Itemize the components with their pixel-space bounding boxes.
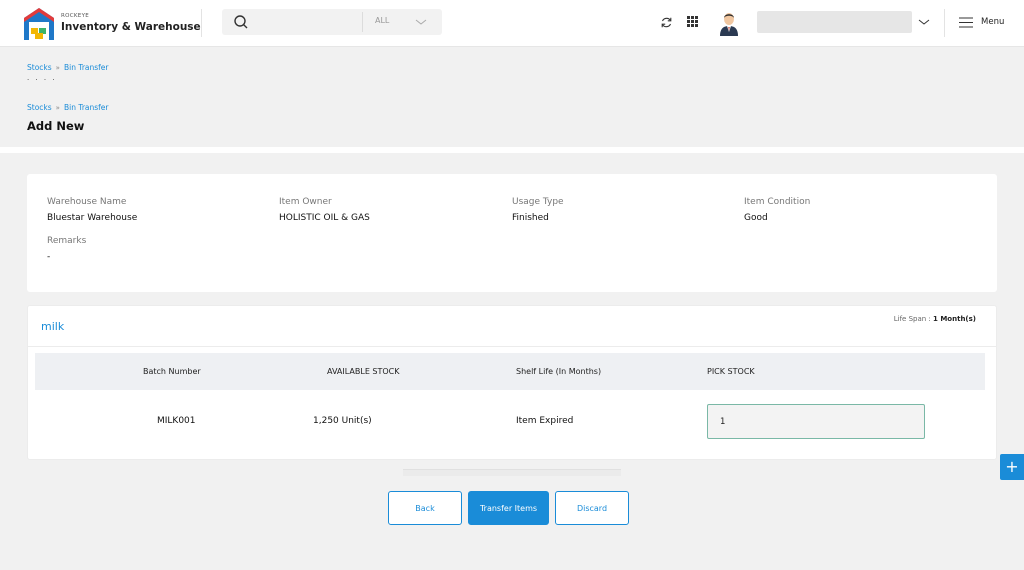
breadcrumb-link-bin-transfer[interactable]: Bin Transfer xyxy=(64,103,109,112)
remarks-value: - xyxy=(47,252,51,262)
available-stock-cell: 1,250 Unit(s) xyxy=(313,416,372,426)
transfer-details-card: Warehouse Name Bluestar Warehouse Item O… xyxy=(27,174,997,292)
top-navigation-bar: ROCKEYE Inventory & Warehouse ALL Menu xyxy=(0,0,1024,47)
item-condition-label: Item Condition xyxy=(744,197,811,207)
page-title-ghost: · · · · xyxy=(27,76,57,84)
column-header-batch-number: Batch Number xyxy=(143,367,201,376)
app-logo-icon[interactable] xyxy=(22,6,56,42)
transfer-items-button[interactable]: Transfer Items xyxy=(468,491,549,525)
item-owner-label: Item Owner xyxy=(279,197,332,207)
header-divider xyxy=(0,147,1024,153)
shelf-life-cell: Item Expired xyxy=(516,416,574,426)
hamburger-menu-icon[interactable] xyxy=(959,17,973,28)
chevron-down-icon[interactable] xyxy=(918,17,930,27)
remarks-label: Remarks xyxy=(47,236,87,246)
search-input[interactable] xyxy=(256,14,376,30)
column-header-pick-stock: PICK STOCK xyxy=(707,367,755,376)
global-search: ALL xyxy=(222,9,442,35)
usage-type-label: Usage Type xyxy=(512,197,564,207)
item-card-divider xyxy=(28,346,996,347)
warehouse-name-value: Bluestar Warehouse xyxy=(47,213,138,223)
user-account-dropdown[interactable] xyxy=(757,11,912,33)
life-span-label: Life Span : xyxy=(893,315,931,323)
breadcrumb: Stocks» Bin Transfer xyxy=(27,63,109,72)
column-header-shelf-life: Shelf Life (In Months) xyxy=(516,367,602,376)
page-title: Add New xyxy=(27,119,85,133)
pick-stock-input[interactable] xyxy=(707,404,925,439)
item-name: milk xyxy=(41,320,65,333)
discard-button[interactable]: Discard xyxy=(555,491,629,525)
item-owner-value: HOLISTIC OIL & GAS xyxy=(279,213,370,223)
life-span: Life Span : 1 Month(s) xyxy=(894,315,976,323)
topbar-divider xyxy=(201,9,202,37)
menu-button-label[interactable]: Menu xyxy=(981,17,1004,27)
search-divider xyxy=(362,12,363,32)
apps-grid-icon[interactable] xyxy=(687,16,698,27)
warehouse-name-label: Warehouse Name xyxy=(47,197,127,207)
chevron-down-icon[interactable] xyxy=(415,17,427,27)
user-avatar-icon[interactable] xyxy=(718,10,740,36)
refresh-icon[interactable] xyxy=(660,16,673,29)
add-fab-button[interactable]: + xyxy=(1000,454,1024,480)
brand-subtitle: ROCKEYE xyxy=(61,13,90,19)
search-icon[interactable] xyxy=(233,14,249,30)
usage-type-value: Finished xyxy=(512,213,549,223)
back-button[interactable]: Back xyxy=(388,491,462,525)
batch-number-cell: MILK001 xyxy=(157,416,196,426)
breadcrumb-link-stocks[interactable]: Stocks xyxy=(27,103,52,112)
item-condition-value: Good xyxy=(744,213,768,223)
brand-name: Inventory & Warehouse xyxy=(61,21,201,33)
scroll-shadow xyxy=(403,469,621,476)
stock-table-header: Batch Number AVAILABLE STOCK Shelf Life … xyxy=(35,353,985,390)
search-scope-select[interactable]: ALL xyxy=(375,16,389,25)
breadcrumb-link-bin-transfer[interactable]: Bin Transfer xyxy=(64,63,109,72)
breadcrumb: Stocks» Bin Transfer xyxy=(27,103,109,112)
life-span-value: 1 Month(s) xyxy=(933,315,976,323)
breadcrumb-separator: » xyxy=(55,104,60,112)
column-header-available-stock: AVAILABLE STOCK xyxy=(327,367,400,376)
page-header: Stocks» Bin Transfer · · · · Stocks» Bin T… xyxy=(0,47,1024,147)
breadcrumb-link-stocks[interactable]: Stocks xyxy=(27,63,52,72)
item-transfer-card: milk Life Span : 1 Month(s) Batch Number… xyxy=(27,305,997,460)
topbar-divider xyxy=(944,9,945,37)
breadcrumb-separator: » xyxy=(55,64,60,72)
